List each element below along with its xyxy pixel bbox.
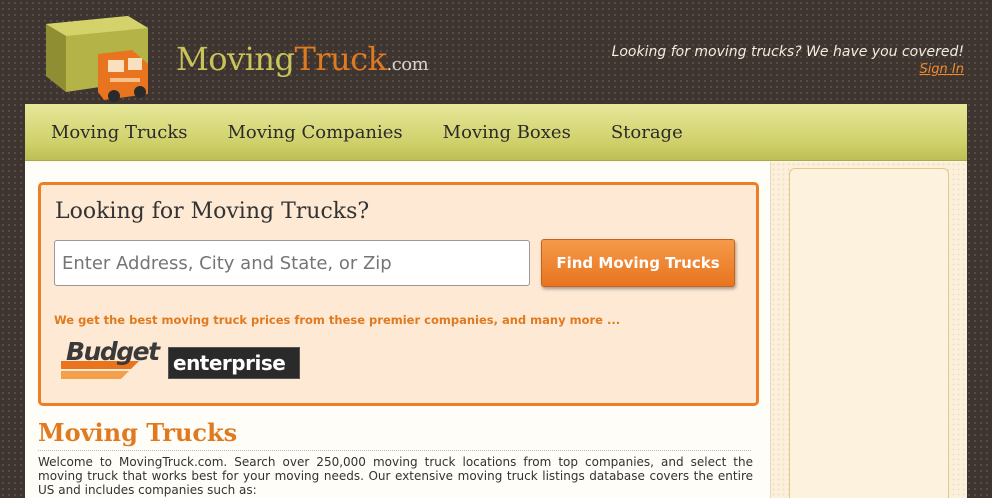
enterprise-logo[interactable]: enterprise: [168, 347, 300, 379]
section-divider: [38, 450, 751, 451]
section-body-text: Welcome to MovingTruck.com. Search over …: [38, 455, 753, 497]
sign-in-link[interactable]: Sign In: [919, 62, 964, 77]
budget-logo-text: Budget: [66, 337, 160, 366]
moving-truck-logo-icon: [46, 16, 148, 102]
section-title: Moving Trucks: [38, 418, 238, 447]
site-logo[interactable]: MovingTruck.com: [36, 14, 436, 104]
main-content: Looking for Moving Trucks? Find Moving T…: [25, 162, 770, 498]
promo-text: We get the best moving truck prices from…: [54, 313, 621, 327]
location-search-input[interactable]: [54, 240, 530, 286]
logo-truck-text: Truck: [294, 40, 387, 78]
logo-moving-text: Moving: [176, 40, 295, 78]
nav-item-moving-companies[interactable]: Moving Companies: [227, 122, 402, 143]
header-tagline: Looking for moving trucks? We have you c…: [611, 44, 964, 60]
logo-wordmark: MovingTruck.com: [176, 40, 429, 78]
find-moving-trucks-button[interactable]: Find Moving Trucks: [541, 239, 735, 287]
main-nav: Moving Trucks Moving Companies Moving Bo…: [25, 104, 967, 161]
nav-item-moving-trucks[interactable]: Moving Trucks: [51, 122, 187, 143]
truck-search-panel: Looking for Moving Trucks? Find Moving T…: [38, 182, 759, 406]
right-sidebar: [770, 162, 967, 498]
enterprise-logo-text: enterprise: [173, 351, 286, 375]
search-title: Looking for Moving Trucks?: [55, 199, 370, 224]
budget-logo[interactable]: Budget: [61, 337, 160, 381]
nav-item-storage[interactable]: Storage: [611, 122, 683, 143]
nav-item-moving-boxes[interactable]: Moving Boxes: [443, 122, 571, 143]
logo-com-text: .com: [386, 54, 429, 75]
page-container: Moving Trucks Moving Companies Moving Bo…: [25, 104, 967, 498]
sidebar-box: [789, 168, 949, 498]
